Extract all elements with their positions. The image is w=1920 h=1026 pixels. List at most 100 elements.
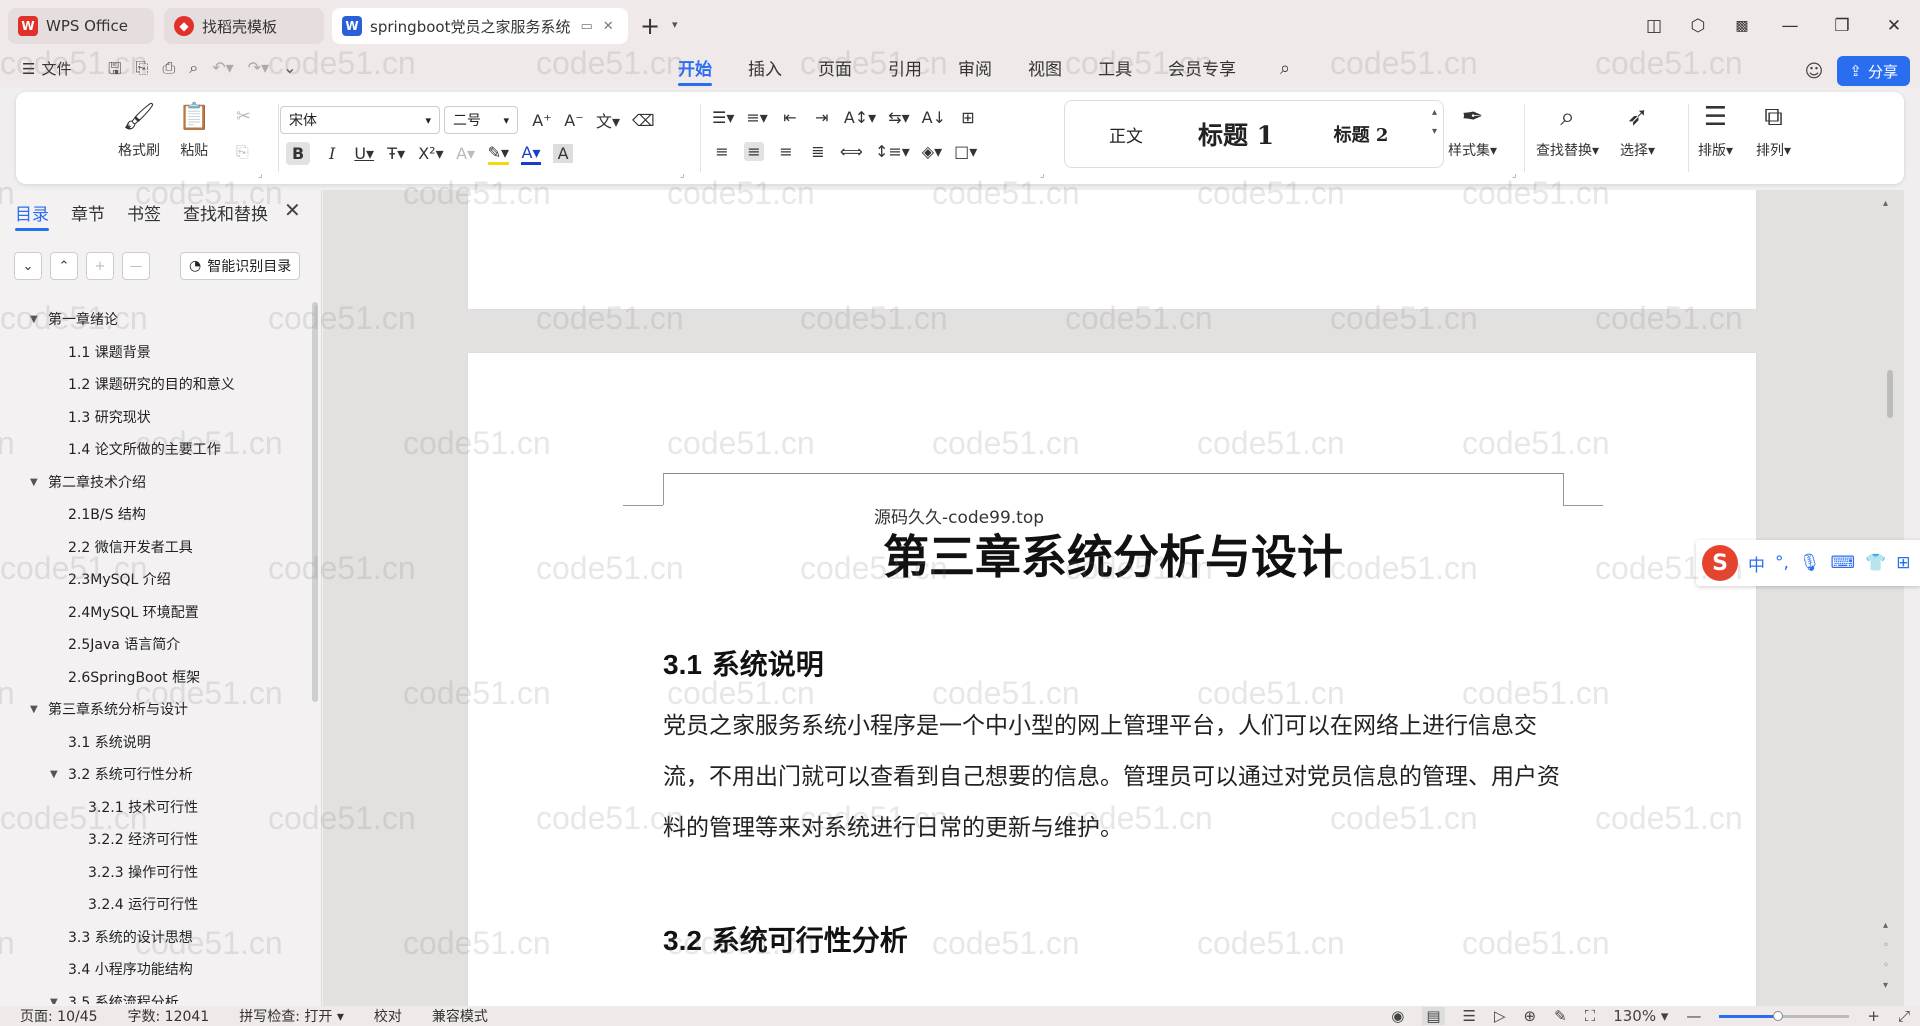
align-center-icon[interactable]: ≡ (744, 142, 764, 161)
font-color-icon[interactable]: A▾ (521, 143, 542, 165)
minimize-icon[interactable]: — (1764, 4, 1816, 48)
tab-insert[interactable]: 插入 (730, 52, 800, 88)
expand-caret-icon[interactable]: ▼ (50, 987, 58, 1005)
font-size-select[interactable]: 二号 ▾ (444, 106, 518, 134)
page-view-icon[interactable]: ▤ (1422, 1007, 1445, 1025)
find-replace-button[interactable]: ⌕ 查找替换▾ (1536, 102, 1599, 160)
scroll-thumb[interactable] (1887, 370, 1893, 418)
toc-item[interactable]: 3.2.3 操作可行性 (0, 857, 312, 890)
fit-icon[interactable]: ⛶ (1585, 1007, 1596, 1025)
style-normal[interactable]: 正文 (1081, 122, 1171, 147)
distribute-icon[interactable]: ⟺ (840, 142, 863, 161)
decrease-indent-icon[interactable]: ⇤ (780, 108, 800, 127)
chevron-down-icon[interactable]: ▾ (672, 18, 678, 31)
expand-caret-icon[interactable]: ▼ (30, 694, 38, 727)
layout-icon[interactable]: ◫ (1632, 4, 1676, 48)
ime-mode[interactable]: 中 (1748, 551, 1765, 576)
text-direction-icon[interactable]: A↕▾ (844, 108, 876, 127)
tab-references[interactable]: 引用 (870, 52, 940, 88)
keyboard-icon[interactable]: ⌨ (1831, 553, 1856, 573)
toc-item[interactable]: 3.1 系统说明 (0, 727, 312, 760)
file-menu[interactable]: ☰ 文件 (22, 58, 71, 79)
scroll-up-icon[interactable]: ▴ (1883, 920, 1888, 931)
tab-document[interactable]: W springboot党员之家服务系统 ▭ ✕ (332, 8, 628, 44)
redo-icon[interactable]: ↷▾ (248, 58, 269, 85)
page-count[interactable]: 页面: 10/45 (0, 1006, 108, 1026)
toc-item[interactable]: 2.5Java 语言简介 (0, 629, 312, 662)
zoom-level[interactable]: 130% ▾ (1613, 1007, 1668, 1025)
layout-button[interactable]: ☰ 排版▾ (1698, 102, 1733, 160)
superscript-icon[interactable]: X²▾ (418, 144, 443, 163)
print-preview-icon[interactable]: ⌕ (189, 58, 198, 85)
web-view-icon[interactable]: ⊕ (1524, 1007, 1537, 1025)
dialog-launcher-icon[interactable]: ⌟ (1512, 169, 1517, 180)
clear-format-icon[interactable]: ⌫ (632, 111, 655, 130)
toc-item[interactable]: ▼ 第三章系统分析与设计 (0, 694, 312, 727)
chapter-title[interactable]: 第三章系统分析与设计 (468, 521, 1758, 587)
scroll-up-icon[interactable]: ▴ (1883, 198, 1888, 209)
toc-item[interactable]: 3.3 系统的设计思想 (0, 922, 312, 955)
dialog-launcher-icon[interactable]: ⌟ (258, 169, 263, 180)
nav-tab-find-replace[interactable]: 查找和替换 (183, 200, 268, 225)
chevron-up-icon[interactable]: ▴ (1432, 107, 1437, 118)
chevron-down-icon[interactable]: ⌄ (283, 58, 296, 85)
export-icon[interactable]: ⎘ (136, 58, 149, 85)
toc-item[interactable]: 3.2.4 运行可行性 (0, 889, 312, 922)
body-paragraph[interactable]: 党员之家服务系统小程序是一个中小型的网上管理平台，人们可以在网络上进行信息交流，… (663, 651, 1573, 854)
paste-button[interactable]: 📋 粘贴 (178, 102, 210, 160)
justify-icon[interactable]: ≣ (808, 142, 828, 161)
toc-item[interactable]: 2.6SpringBoot 框架 (0, 662, 312, 695)
tab-docer-templates[interactable]: ◆ 找稻壳模板 (164, 8, 324, 44)
toc-item[interactable]: 3.2.1 技术可行性 (0, 792, 312, 825)
restore-icon[interactable]: ❐ (1816, 4, 1868, 48)
print-icon[interactable]: ⎙ (162, 58, 175, 85)
align-right-icon[interactable]: ≡ (776, 142, 796, 161)
style-set-button[interactable]: ✒ 样式集▾ (1448, 102, 1497, 160)
underline-icon[interactable]: U▾ (354, 144, 374, 163)
add-icon[interactable]: + (86, 252, 114, 280)
nav-tab-toc[interactable]: 目录 (15, 200, 49, 231)
expand-caret-icon[interactable]: ▼ (30, 304, 38, 337)
cut-icon[interactable]: ✂ (236, 106, 251, 127)
new-tab-icon[interactable]: + (640, 12, 660, 40)
fullscreen-icon[interactable]: ⤢ (1898, 1007, 1910, 1025)
borders-icon[interactable]: □▾ (954, 142, 977, 161)
chevron-down-icon[interactable]: ▾ (1432, 126, 1437, 137)
char-shading-icon[interactable]: A (553, 144, 574, 163)
ime-punct[interactable]: °, (1775, 553, 1789, 573)
search-icon[interactable]: ⌕ (1280, 58, 1290, 79)
italic-icon[interactable]: I (322, 144, 342, 163)
toc-item[interactable]: 1.3 研究现状 (0, 402, 312, 435)
smart-toc-button[interactable]: ◔ 智能识别目录 (180, 252, 301, 280)
toc-item[interactable]: ▼ 3.5 系统流程分析 (0, 987, 312, 1005)
toc-item[interactable]: 2.1B/S 结构 (0, 499, 312, 532)
play-icon[interactable]: ▷ (1494, 1007, 1506, 1025)
toc-item[interactable]: 1.4 论文所做的主要工作 (0, 434, 312, 467)
dialog-launcher-icon[interactable]: ⌟ (1040, 169, 1045, 180)
arrange-button[interactable]: ⧉ 排列▾ (1756, 102, 1791, 160)
font-name-select[interactable]: 宋体 ▾ (280, 106, 440, 134)
line-spacing-icon[interactable]: ↕≡▾ (875, 142, 910, 161)
toc-item[interactable]: ▼ 第二章技术介绍 (0, 467, 312, 500)
shading-icon[interactable]: ◈▾ (922, 142, 942, 161)
chat-icon[interactable]: ☺ (1805, 61, 1824, 82)
avatar[interactable]: ▩ (1720, 4, 1764, 48)
apps-grid-icon[interactable]: ⊞ (1896, 553, 1910, 573)
grow-font-icon[interactable]: A⁺ (532, 111, 552, 130)
chevron-up-icon[interactable]: ⌃ (50, 252, 78, 280)
pen-icon[interactable]: ✎ (1554, 1007, 1567, 1025)
expand-caret-icon[interactable]: ▼ (50, 759, 58, 792)
cube-icon[interactable]: ⬡ (1676, 4, 1720, 48)
toc-item[interactable]: 2.3MySQL 介绍 (0, 564, 312, 597)
chevron-down-icon[interactable]: ⌄ (14, 252, 42, 280)
bold-icon[interactable]: B (286, 142, 311, 165)
zoom-slider[interactable] (1719, 1010, 1850, 1021)
undo-icon[interactable]: ↶▾ (212, 58, 233, 85)
vertical-scrollbar[interactable]: ▴ ▴ ◦ ◦ ▾ (1879, 190, 1903, 1006)
section-heading[interactable]: 3.2 系统可行性分析 (663, 919, 908, 959)
select-button[interactable]: ➶ 选择▾ (1620, 102, 1655, 160)
toc-item[interactable]: ▼ 3.2 系统可行性分析 (0, 759, 312, 792)
close-icon[interactable]: ✕ (284, 198, 301, 222)
numbered-list-icon[interactable]: ≡▾ (746, 108, 767, 127)
remove-icon[interactable]: — (122, 252, 150, 280)
